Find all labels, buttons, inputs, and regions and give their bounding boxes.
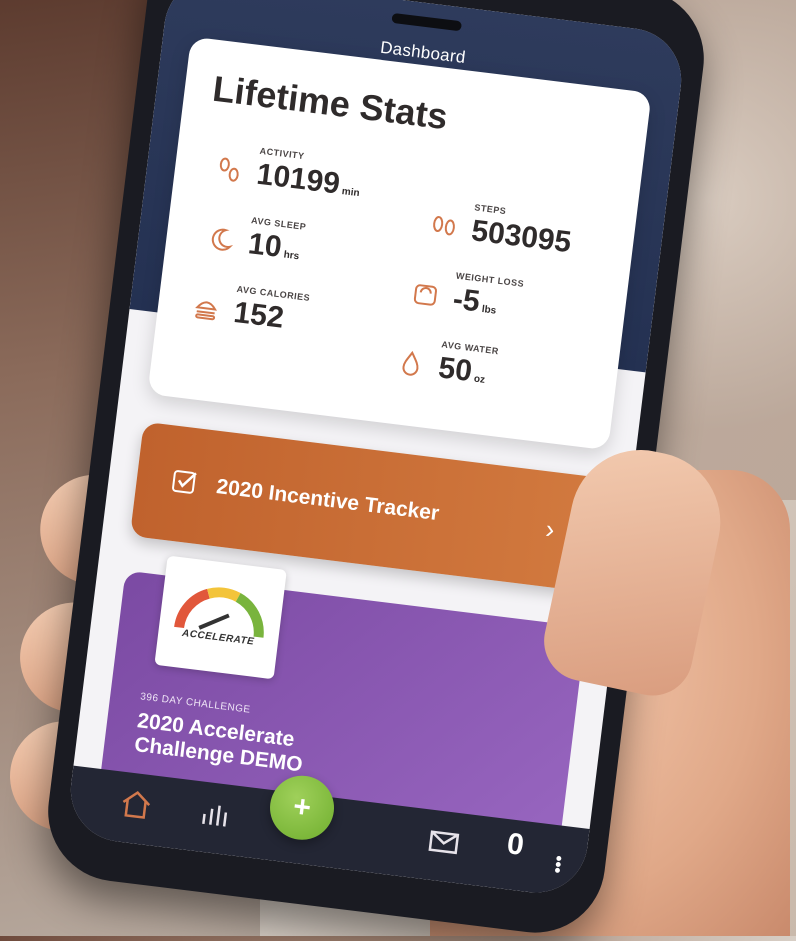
checkbox-icon bbox=[172, 470, 197, 494]
burger-icon bbox=[195, 301, 217, 321]
stats-title: Lifetime Stats bbox=[210, 67, 450, 138]
home-icon[interactable] bbox=[117, 786, 155, 824]
challenge-title: 2020 Accelerate Challenge DEMO bbox=[133, 709, 304, 777]
lifetime-stats-card: Lifetime Stats ACTIVITY 10199min STEPS 5… bbox=[147, 36, 652, 451]
shoe-prints-icon bbox=[433, 216, 455, 236]
incentive-tracker-label: 2020 Incentive Tracker bbox=[215, 475, 441, 526]
challenge-count: 0 bbox=[505, 827, 526, 862]
speedometer-icon bbox=[174, 587, 264, 638]
droplet-icon bbox=[402, 350, 419, 376]
mail-icon[interactable] bbox=[425, 823, 463, 861]
moon-icon bbox=[211, 228, 234, 251]
steps-value: 503095 bbox=[469, 214, 573, 260]
activity-value: 10199min bbox=[254, 157, 361, 201]
accelerate-logo: ACCELERATE bbox=[154, 555, 287, 680]
avg-water-value: 50oz bbox=[436, 351, 486, 389]
chevron-right-icon: › bbox=[544, 513, 557, 545]
scale-icon bbox=[413, 284, 437, 306]
weight-loss-value: -5lbs bbox=[451, 282, 497, 319]
more-vert-icon[interactable]: • • • bbox=[553, 848, 563, 881]
footprints-icon bbox=[219, 157, 239, 182]
avg-calories-value: 152 bbox=[231, 295, 286, 335]
stats-bars-icon[interactable] bbox=[197, 795, 235, 833]
phone-screen: Dashboard Lifetime Stats ACTIVITY 10199m… bbox=[64, 0, 688, 899]
avg-sleep-value: 10hrs bbox=[246, 227, 300, 264]
